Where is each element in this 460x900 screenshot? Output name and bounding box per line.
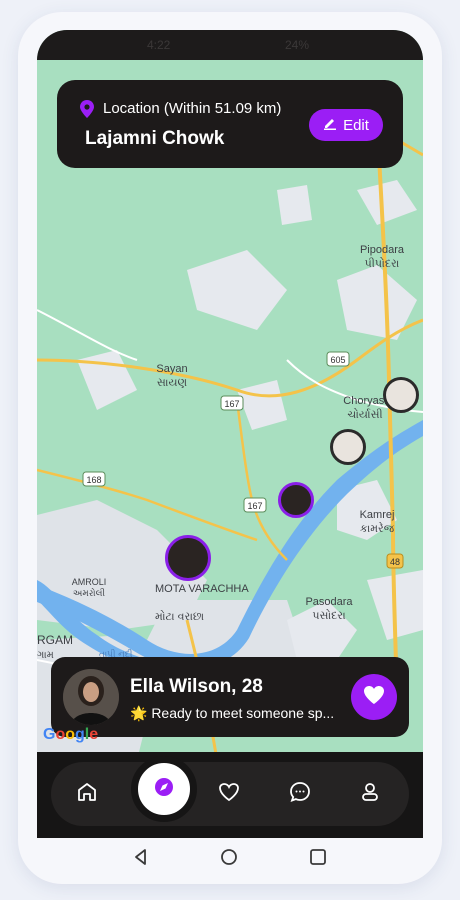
location-name: Lajamni Chowk	[85, 128, 225, 149]
location-pin-icon	[79, 100, 95, 123]
bottom-bar	[37, 752, 423, 838]
home-circle-icon[interactable]	[220, 848, 238, 871]
status-time: 4:22	[147, 38, 171, 52]
heart-icon	[363, 685, 385, 710]
place-varachha-en: MOTA VARACHHA	[155, 583, 249, 595]
recents-icon[interactable]	[309, 848, 327, 871]
svg-text:48: 48	[390, 557, 400, 567]
place-pasodara-gu: પસોદરા	[312, 609, 346, 622]
map-marker-profile[interactable]	[165, 535, 211, 581]
nav-likes[interactable]	[215, 780, 243, 808]
place-kamrej-en: Kamrej	[360, 509, 395, 521]
bottom-navigation	[51, 756, 409, 826]
map-marker-profile[interactable]	[278, 482, 314, 518]
nav-home[interactable]	[73, 780, 101, 808]
place-amroli-gu: અમરોલી	[73, 587, 106, 598]
app-screen: 4:22 24% 605 167 168 167 48 Pipodara પીપ…	[37, 30, 423, 838]
road-badge-605: 605	[326, 351, 350, 367]
road-badge-167a: 167	[220, 395, 244, 411]
heart-outline-icon	[218, 781, 240, 808]
nav-chat[interactable]	[286, 780, 314, 808]
user-icon	[359, 781, 381, 808]
road-badge-167b: 167	[243, 497, 267, 513]
profile-name: Ella Wilson, 28	[130, 676, 263, 697]
place-varachha-gu: મોટા વરાછા	[155, 610, 204, 623]
back-icon[interactable]	[132, 848, 150, 871]
place-sayan-gu: સાયણ	[157, 377, 188, 389]
svg-text:167: 167	[247, 501, 262, 511]
place-amroli-en: AMROLI	[72, 577, 107, 587]
google-logo: Google	[43, 726, 99, 743]
map-marker-profile[interactable]	[383, 377, 419, 413]
place-sayan-en: Sayan	[156, 363, 187, 375]
location-card: Location (Within 51.09 km) Lajamni Chowk…	[57, 80, 403, 168]
compass-icon	[153, 776, 175, 803]
place-pipodara-gu: પીપોદરા	[365, 257, 400, 270]
edit-location-button[interactable]: Edit	[309, 109, 383, 141]
nav-profile[interactable]	[356, 780, 384, 808]
place-rgam-gu: ગામ	[37, 650, 54, 661]
place-pipodara-en: Pipodara	[360, 244, 405, 256]
avatar	[63, 669, 119, 725]
profile-status: 🌟 Ready to meet someone sp...	[130, 705, 335, 721]
like-button[interactable]	[351, 674, 397, 720]
svg-text:168: 168	[86, 475, 101, 485]
edit-icon	[323, 116, 337, 134]
place-rgam-en: RGAM	[37, 633, 73, 647]
system-navigation	[37, 838, 423, 878]
place-pasodara-en: Pasodara	[305, 596, 353, 608]
status-bar: 4:22 24%	[37, 30, 423, 60]
svg-text:167: 167	[224, 399, 239, 409]
nav-explore[interactable]	[131, 756, 197, 822]
place-choryasi-en: Choryasi	[343, 395, 386, 407]
profile-card[interactable]: Ella Wilson, 28 🌟 Ready to meet someone …	[51, 657, 409, 737]
location-radius-label: Location (Within 51.09 km)	[103, 100, 282, 117]
edit-label: Edit	[343, 116, 369, 134]
status-battery: 24%	[285, 38, 310, 52]
place-choryasi-gu: ચોર્યાસી	[347, 408, 382, 421]
svg-text:605: 605	[330, 355, 345, 365]
home-icon	[76, 781, 98, 808]
road-badge-168: 168	[82, 471, 106, 487]
chat-icon	[289, 781, 311, 808]
place-kamrej-gu: કામરેજ	[360, 522, 395, 535]
map-marker-profile[interactable]	[330, 429, 366, 465]
road-badge-48: 48	[386, 553, 404, 569]
